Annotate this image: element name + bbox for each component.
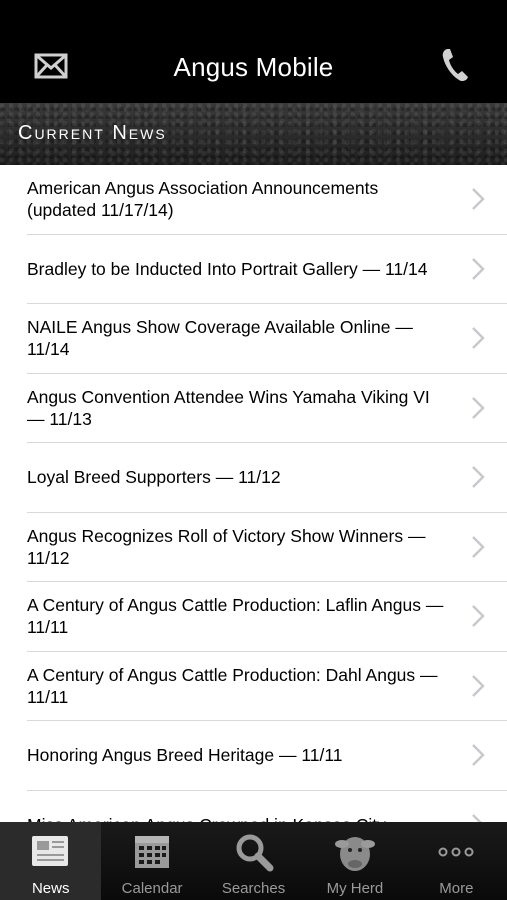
tab-label: My Herd <box>326 880 384 897</box>
newspaper-icon <box>28 830 74 874</box>
chevron-right-icon <box>472 674 485 697</box>
tab-calendar[interactable]: Calendar <box>101 822 202 900</box>
chevron-right-icon <box>472 744 485 767</box>
news-list-item[interactable]: Angus Convention Attendee Wins Yamaha Vi… <box>27 374 507 443</box>
news-item-title: Honoring Angus Breed Heritage — 11/11 <box>27 745 343 766</box>
section-header: Current News <box>0 103 507 165</box>
tab-my-herd[interactable]: My Herd <box>304 822 405 900</box>
chevron-right-icon <box>472 257 485 280</box>
tab-label: Searches <box>221 880 286 897</box>
tab-label: Calendar <box>121 880 183 897</box>
news-list-item[interactable]: A Century of Angus Cattle Production: Da… <box>27 652 507 721</box>
tab-label: More <box>439 880 474 897</box>
more-icon <box>433 830 479 874</box>
news-item-title: Angus Recognizes Roll of Victory Show Wi… <box>27 525 426 568</box>
news-item-title: A Century of Angus Cattle Production: Da… <box>27 664 438 707</box>
news-list-item[interactable]: American Angus Association Announcements… <box>27 165 507 235</box>
phone-icon <box>442 49 468 82</box>
news-item-title: NAILE Angus Show Coverage Available Onli… <box>27 317 413 360</box>
chevron-right-icon <box>472 605 485 628</box>
search-icon <box>231 830 277 874</box>
news-item-title: American Angus Association Announcements… <box>27 178 379 221</box>
tab-searches[interactable]: Searches <box>203 822 304 900</box>
chevron-right-icon <box>472 396 485 419</box>
page-title: Angus Mobile <box>173 52 334 82</box>
news-list-item[interactable]: Miss American Angus Crowned in Kansas Ci… <box>27 791 507 822</box>
news-item-title: Miss American Angus Crowned in Kansas Ci… <box>27 814 408 822</box>
calendar-icon <box>129 830 175 874</box>
chevron-right-icon <box>472 327 485 350</box>
chevron-right-icon <box>472 466 485 489</box>
tab-bar: News Calendar Searches My Herd More <box>0 822 507 900</box>
chevron-right-icon <box>472 188 485 211</box>
news-list-item[interactable]: Angus Recognizes Roll of Victory Show Wi… <box>27 513 507 582</box>
news-list-item[interactable]: NAILE Angus Show Coverage Available Onli… <box>27 304 507 374</box>
tab-news[interactable]: News <box>0 822 102 900</box>
news-list-item[interactable]: A Century of Angus Cattle Production: La… <box>27 582 507 652</box>
news-list[interactable]: American Angus Association Announcements… <box>0 165 507 822</box>
call-button[interactable] <box>440 46 472 84</box>
chevron-right-icon <box>472 535 485 558</box>
news-item-title: Angus Convention Attendee Wins Yamaha Vi… <box>27 386 430 429</box>
nav-bar: Angus Mobile <box>0 0 507 103</box>
news-list-item[interactable]: Loyal Breed Supporters — 11/12 <box>27 443 507 513</box>
angus-head-icon <box>332 830 378 874</box>
section-title: Current News <box>18 122 167 144</box>
news-list-item[interactable]: Bradley to be Inducted Into Portrait Gal… <box>27 235 507 304</box>
tab-label: News <box>31 880 70 897</box>
news-list-item[interactable]: Honoring Angus Breed Heritage — 11/11 <box>27 721 507 791</box>
chevron-right-icon <box>472 813 482 822</box>
news-item-title: A Century of Angus Cattle Production: La… <box>27 595 444 638</box>
news-item-title: Loyal Breed Supporters — 11/12 <box>27 467 281 488</box>
news-item-title: Bradley to be Inducted Into Portrait Gal… <box>27 258 428 279</box>
tab-more[interactable]: More <box>406 822 507 900</box>
